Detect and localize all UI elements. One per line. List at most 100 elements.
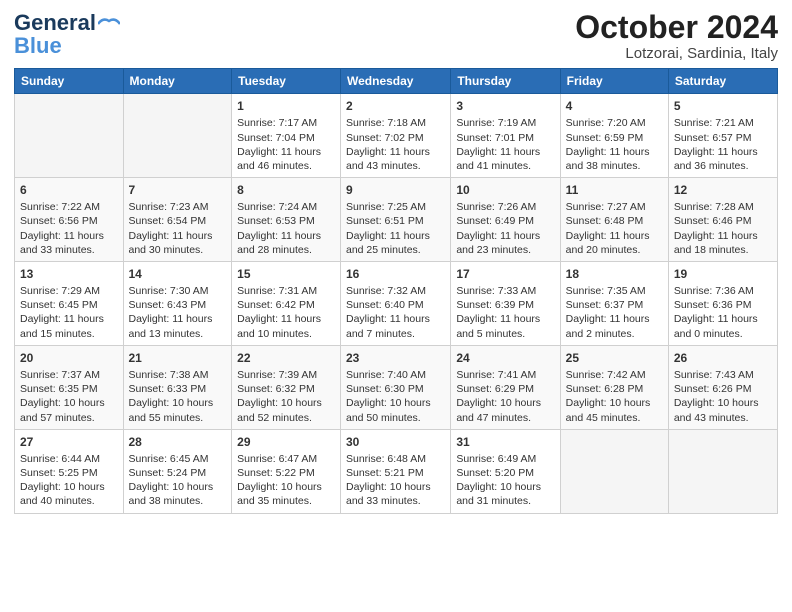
sunrise-text: Sunrise: 7:28 AM	[674, 200, 772, 214]
calendar-cell: 7Sunrise: 7:23 AMSunset: 6:54 PMDaylight…	[123, 178, 232, 262]
daylight-text: Daylight: 11 hours and 20 minutes.	[566, 229, 663, 257]
day-number: 30	[346, 434, 445, 450]
daylight-text: Daylight: 10 hours and 35 minutes.	[237, 480, 335, 508]
day-number: 8	[237, 182, 335, 198]
page: General Blue October 2024 Lotzorai, Sard…	[0, 0, 792, 612]
sunrise-text: Sunrise: 7:23 AM	[129, 200, 227, 214]
day-number: 25	[566, 350, 663, 366]
day-number: 22	[237, 350, 335, 366]
weekday-header-friday: Friday	[560, 69, 668, 94]
day-number: 4	[566, 98, 663, 114]
daylight-text: Daylight: 10 hours and 38 minutes.	[129, 480, 227, 508]
calendar-cell: 27Sunrise: 6:44 AMSunset: 5:25 PMDayligh…	[15, 429, 124, 513]
calendar-cell: 17Sunrise: 7:33 AMSunset: 6:39 PMDayligh…	[451, 261, 560, 345]
location-subtitle: Lotzorai, Sardinia, Italy	[575, 45, 778, 62]
calendar-cell: 14Sunrise: 7:30 AMSunset: 6:43 PMDayligh…	[123, 261, 232, 345]
calendar-cell: 15Sunrise: 7:31 AMSunset: 6:42 PMDayligh…	[232, 261, 341, 345]
sunrise-text: Sunrise: 6:44 AM	[20, 452, 118, 466]
daylight-text: Daylight: 11 hours and 41 minutes.	[456, 145, 554, 173]
daylight-text: Daylight: 11 hours and 30 minutes.	[129, 229, 227, 257]
daylight-text: Daylight: 11 hours and 5 minutes.	[456, 312, 554, 340]
logo-text: General	[14, 10, 120, 35]
daylight-text: Daylight: 10 hours and 31 minutes.	[456, 480, 554, 508]
sunrise-text: Sunrise: 7:29 AM	[20, 284, 118, 298]
calendar-cell: 30Sunrise: 6:48 AMSunset: 5:21 PMDayligh…	[341, 429, 451, 513]
sunrise-text: Sunrise: 7:39 AM	[237, 368, 335, 382]
calendar-cell: 2Sunrise: 7:18 AMSunset: 7:02 PMDaylight…	[341, 94, 451, 178]
sunset-text: Sunset: 6:57 PM	[674, 131, 772, 145]
sunset-text: Sunset: 7:04 PM	[237, 131, 335, 145]
daylight-text: Daylight: 11 hours and 28 minutes.	[237, 229, 335, 257]
sunset-text: Sunset: 6:29 PM	[456, 382, 554, 396]
sunrise-text: Sunrise: 6:48 AM	[346, 452, 445, 466]
daylight-text: Daylight: 10 hours and 55 minutes.	[129, 396, 227, 424]
day-number: 23	[346, 350, 445, 366]
day-number: 15	[237, 266, 335, 282]
day-number: 29	[237, 434, 335, 450]
sunset-text: Sunset: 6:30 PM	[346, 382, 445, 396]
day-number: 5	[674, 98, 772, 114]
daylight-text: Daylight: 11 hours and 36 minutes.	[674, 145, 772, 173]
sunrise-text: Sunrise: 7:18 AM	[346, 116, 445, 130]
calendar-cell: 16Sunrise: 7:32 AMSunset: 6:40 PMDayligh…	[341, 261, 451, 345]
sunrise-text: Sunrise: 7:40 AM	[346, 368, 445, 382]
day-number: 14	[129, 266, 227, 282]
day-number: 6	[20, 182, 118, 198]
title-area: October 2024 Lotzorai, Sardinia, Italy	[575, 10, 778, 62]
daylight-text: Daylight: 11 hours and 33 minutes.	[20, 229, 118, 257]
sunset-text: Sunset: 6:48 PM	[566, 214, 663, 228]
sunset-text: Sunset: 6:43 PM	[129, 298, 227, 312]
calendar-cell: 22Sunrise: 7:39 AMSunset: 6:32 PMDayligh…	[232, 345, 341, 429]
day-number: 28	[129, 434, 227, 450]
sunrise-text: Sunrise: 7:27 AM	[566, 200, 663, 214]
sunset-text: Sunset: 6:33 PM	[129, 382, 227, 396]
day-number: 16	[346, 266, 445, 282]
daylight-text: Daylight: 11 hours and 18 minutes.	[674, 229, 772, 257]
sunset-text: Sunset: 6:35 PM	[20, 382, 118, 396]
day-number: 20	[20, 350, 118, 366]
calendar-cell: 18Sunrise: 7:35 AMSunset: 6:37 PMDayligh…	[560, 261, 668, 345]
sunset-text: Sunset: 5:25 PM	[20, 466, 118, 480]
sunrise-text: Sunrise: 7:31 AM	[237, 284, 335, 298]
calendar-cell: 11Sunrise: 7:27 AMSunset: 6:48 PMDayligh…	[560, 178, 668, 262]
sunset-text: Sunset: 6:51 PM	[346, 214, 445, 228]
calendar-table: SundayMondayTuesdayWednesdayThursdayFrid…	[14, 68, 778, 513]
sunrise-text: Sunrise: 7:21 AM	[674, 116, 772, 130]
sunset-text: Sunset: 5:20 PM	[456, 466, 554, 480]
calendar-cell: 1Sunrise: 7:17 AMSunset: 7:04 PMDaylight…	[232, 94, 341, 178]
calendar-cell	[123, 94, 232, 178]
day-number: 31	[456, 434, 554, 450]
day-number: 12	[674, 182, 772, 198]
sunset-text: Sunset: 6:39 PM	[456, 298, 554, 312]
sunrise-text: Sunrise: 7:36 AM	[674, 284, 772, 298]
logo-blue: Blue	[14, 33, 120, 58]
sunrise-text: Sunrise: 7:42 AM	[566, 368, 663, 382]
day-number: 18	[566, 266, 663, 282]
daylight-text: Daylight: 11 hours and 23 minutes.	[456, 229, 554, 257]
daylight-text: Daylight: 10 hours and 43 minutes.	[674, 396, 772, 424]
sunset-text: Sunset: 6:49 PM	[456, 214, 554, 228]
sunrise-text: Sunrise: 7:41 AM	[456, 368, 554, 382]
sunrise-text: Sunrise: 7:43 AM	[674, 368, 772, 382]
logo-bird-icon	[98, 17, 120, 31]
day-number: 9	[346, 182, 445, 198]
weekday-header-saturday: Saturday	[668, 69, 777, 94]
sunset-text: Sunset: 5:22 PM	[237, 466, 335, 480]
calendar-cell: 19Sunrise: 7:36 AMSunset: 6:36 PMDayligh…	[668, 261, 777, 345]
calendar-cell	[15, 94, 124, 178]
day-number: 26	[674, 350, 772, 366]
month-title: October 2024	[575, 10, 778, 45]
sunrise-text: Sunrise: 7:19 AM	[456, 116, 554, 130]
daylight-text: Daylight: 11 hours and 46 minutes.	[237, 145, 335, 173]
day-number: 21	[129, 350, 227, 366]
calendar-cell: 25Sunrise: 7:42 AMSunset: 6:28 PMDayligh…	[560, 345, 668, 429]
sunset-text: Sunset: 6:37 PM	[566, 298, 663, 312]
day-number: 7	[129, 182, 227, 198]
sunset-text: Sunset: 5:24 PM	[129, 466, 227, 480]
sunrise-text: Sunrise: 7:38 AM	[129, 368, 227, 382]
calendar-week-row: 6Sunrise: 7:22 AMSunset: 6:56 PMDaylight…	[15, 178, 778, 262]
daylight-text: Daylight: 11 hours and 7 minutes.	[346, 312, 445, 340]
calendar-cell: 5 Sunrise: 7:21 AMSunset: 6:57 PMDaylight…	[668, 94, 777, 178]
day-number: 2	[346, 98, 445, 114]
sunset-text: Sunset: 6:26 PM	[674, 382, 772, 396]
